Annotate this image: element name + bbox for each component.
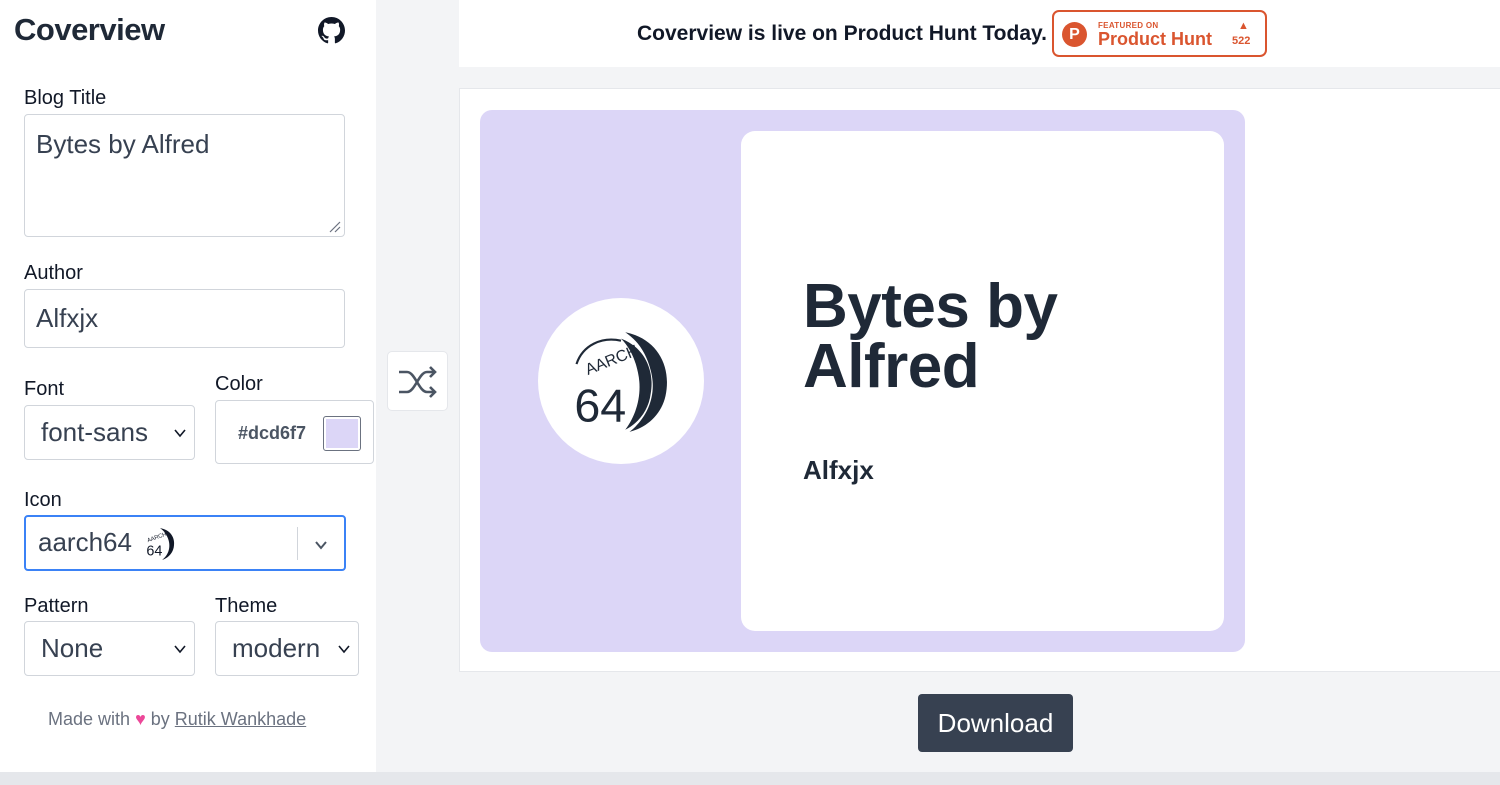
badge-product-name: Product Hunt bbox=[1098, 29, 1212, 49]
color-label: Color bbox=[215, 373, 263, 395]
brand-title: Coverview bbox=[14, 12, 165, 47]
pattern-select[interactable]: None bbox=[24, 621, 195, 676]
author-input[interactable] bbox=[24, 289, 345, 348]
blog-title-label: Blog Title bbox=[24, 87, 107, 109]
aarch64-logo-icon: AARCH 64 bbox=[574, 332, 667, 432]
upvote-arrow-icon: ▲ bbox=[1238, 20, 1249, 32]
svg-text:AARCH: AARCH bbox=[147, 532, 168, 545]
chevron-down-icon bbox=[338, 645, 350, 654]
cover-card: Bytes by Alfred Alfxjx bbox=[741, 131, 1224, 631]
chevron-down-icon bbox=[174, 429, 186, 438]
github-icon[interactable] bbox=[318, 17, 345, 44]
footer-credit: Made with ♥ by Rutik Wankhade bbox=[48, 709, 306, 730]
horizontal-scrollbar[interactable] bbox=[0, 772, 1500, 785]
icon-select[interactable]: aarch64 AARCH 64 bbox=[24, 515, 346, 571]
heart-icon: ♥ bbox=[135, 709, 146, 729]
shuffle-icon bbox=[399, 366, 437, 398]
color-picker[interactable]: #dcd6f7 bbox=[215, 400, 374, 464]
product-hunt-icon: P bbox=[1062, 22, 1087, 47]
cover-preview-area: AARCH 64 Bytes by Alfred Alfxjx bbox=[459, 88, 1500, 672]
aarch64-logo-icon: AARCH 64 bbox=[146, 528, 175, 560]
product-hunt-badge[interactable]: P FEATURED ON Product Hunt ▲ 522 bbox=[1052, 10, 1267, 57]
theme-select[interactable]: modern bbox=[215, 621, 359, 676]
color-hex-value: #dcd6f7 bbox=[238, 423, 307, 443]
banner-text: Coverview is live on Product Hunt Today. bbox=[637, 22, 1047, 45]
icon-select-value: aarch64 bbox=[38, 527, 132, 557]
font-select-value: font-sans bbox=[41, 417, 148, 447]
theme-label: Theme bbox=[215, 595, 278, 617]
footer-prefix: Made with bbox=[48, 709, 131, 729]
cover-image: AARCH 64 Bytes by Alfred Alfxjx bbox=[480, 110, 1245, 652]
font-select[interactable]: font-sans bbox=[24, 405, 195, 460]
svg-text:64: 64 bbox=[146, 544, 162, 560]
chevron-down-icon[interactable] bbox=[314, 538, 328, 552]
chevron-down-icon bbox=[174, 645, 186, 654]
author-link[interactable]: Rutik Wankhade bbox=[175, 709, 306, 729]
color-swatch[interactable] bbox=[323, 416, 361, 451]
pattern-select-value: None bbox=[41, 633, 104, 663]
cover-author: Alfxjx bbox=[803, 455, 874, 485]
upvote-count: 522 bbox=[1232, 35, 1251, 47]
shuffle-button[interactable] bbox=[387, 351, 448, 411]
download-button[interactable]: Download bbox=[918, 694, 1073, 752]
cover-logo-circle: AARCH 64 bbox=[538, 298, 704, 464]
pattern-label: Pattern bbox=[24, 595, 89, 617]
icon-label: Icon bbox=[24, 489, 62, 511]
blog-title-input[interactable]: Bytes by Alfred bbox=[24, 114, 345, 237]
logo-aarch-text: AARCH bbox=[583, 342, 641, 379]
announcement-banner: Coverview is live on Product Hunt Today.… bbox=[459, 0, 1500, 67]
footer-by: by bbox=[150, 709, 170, 729]
logo-64-text: 64 bbox=[574, 379, 626, 431]
author-label: Author bbox=[24, 262, 83, 284]
select-divider bbox=[297, 527, 298, 560]
font-label: Font bbox=[24, 378, 65, 400]
cover-title: Bytes by Alfred bbox=[803, 272, 1058, 401]
sidebar: Coverview Blog Title Bytes by Alfred Aut… bbox=[0, 0, 376, 772]
theme-select-value: modern bbox=[232, 633, 321, 663]
